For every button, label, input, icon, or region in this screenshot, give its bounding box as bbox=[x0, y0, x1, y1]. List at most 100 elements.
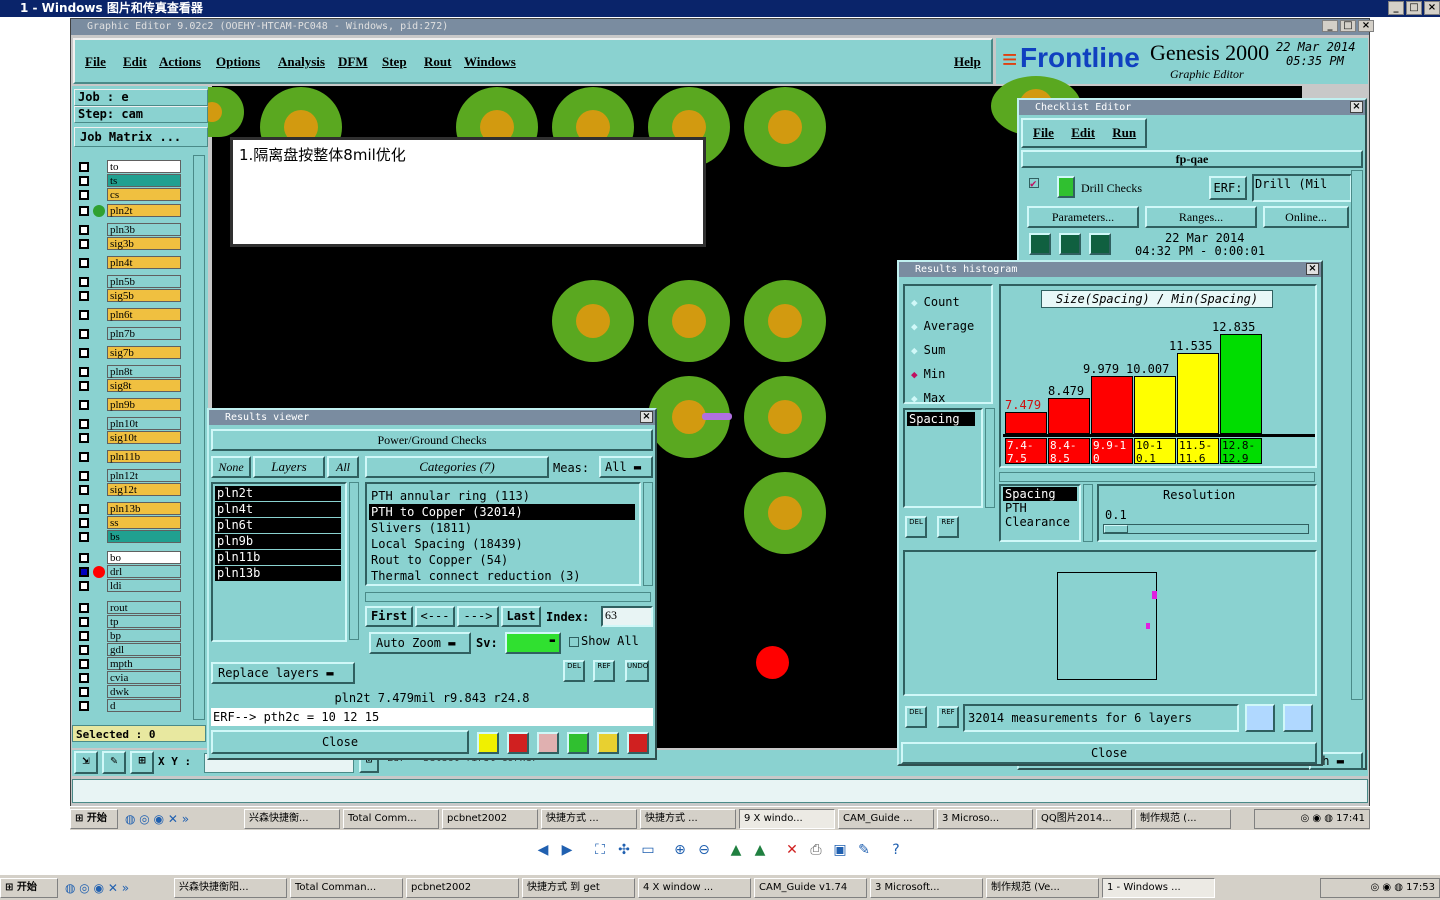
layer-row[interactable]: dwk bbox=[77, 685, 181, 698]
measure-list-scrollbar[interactable] bbox=[985, 408, 995, 508]
taskbar-button[interactable]: pcbnet2002 bbox=[406, 877, 519, 898]
layer-name[interactable]: pln3b bbox=[107, 223, 181, 236]
close-icon[interactable]: × bbox=[1350, 101, 1363, 113]
close-button[interactable]: Close bbox=[211, 730, 469, 754]
layer-checkbox[interactable] bbox=[79, 630, 89, 641]
histogram-bar[interactable] bbox=[1220, 334, 1262, 434]
hist-ref-button[interactable]: REF bbox=[937, 516, 959, 538]
sv-color-dropdown[interactable]: ▬ bbox=[505, 632, 561, 654]
menu-help[interactable]: Help bbox=[954, 54, 981, 70]
run-all-icon[interactable] bbox=[1059, 233, 1081, 255]
layer-row[interactable]: ss bbox=[77, 516, 181, 529]
resolution-slider-thumb[interactable] bbox=[1104, 525, 1128, 533]
layer-row[interactable]: pln4t bbox=[77, 256, 181, 269]
layer-row[interactable]: drl bbox=[77, 565, 181, 578]
preview-del-button[interactable]: DEL bbox=[905, 706, 927, 728]
radio-icon[interactable]: ◆ bbox=[911, 368, 918, 381]
layer-list-scrollbar[interactable] bbox=[193, 155, 205, 720]
layer-name[interactable]: to bbox=[107, 160, 181, 173]
layer-checkbox[interactable] bbox=[79, 566, 89, 577]
checklist-menu-file[interactable]: File bbox=[1033, 125, 1054, 140]
layer-row[interactable]: tp bbox=[77, 615, 181, 628]
actual-size-icon[interactable]: ✣ bbox=[616, 842, 632, 858]
attr-pth[interactable]: PTH bbox=[1003, 501, 1077, 515]
layer-checkbox[interactable] bbox=[79, 580, 89, 591]
close-icon[interactable]: × bbox=[640, 411, 653, 423]
layer-checkbox[interactable] bbox=[79, 484, 89, 495]
attr-clearance[interactable]: Clearance bbox=[1003, 515, 1077, 529]
ge-close-button[interactable]: × bbox=[1358, 20, 1374, 32]
ref-button[interactable]: REF bbox=[593, 660, 615, 682]
online-button[interactable]: Online... bbox=[1263, 206, 1349, 228]
drill-checks-checkbox[interactable]: ✔ bbox=[1029, 178, 1039, 189]
layer-name[interactable]: sig12t bbox=[107, 483, 181, 496]
layer-row[interactable]: sig3b bbox=[77, 237, 181, 250]
layer-row[interactable]: bo bbox=[77, 551, 181, 564]
result-layer-item[interactable]: pln13b bbox=[215, 566, 341, 581]
taskbar-button[interactable]: 9 X windo... bbox=[739, 808, 835, 829]
menu-step[interactable]: Step bbox=[382, 54, 407, 70]
histogram-close-button[interactable]: Close bbox=[901, 742, 1317, 764]
layer-checkbox[interactable] bbox=[79, 161, 89, 172]
layer-name[interactable]: cvia bbox=[107, 671, 181, 684]
quick-launch-icons[interactable]: ◍ ◎ ◉ ✕ » bbox=[121, 809, 241, 829]
measure-list-item[interactable]: Spacing bbox=[907, 412, 975, 426]
layer-checkbox[interactable] bbox=[79, 205, 89, 216]
auto-zoom-dropdown[interactable]: Auto Zoom ▬ bbox=[369, 632, 471, 654]
layer-row[interactable]: sig10t bbox=[77, 431, 181, 444]
menu-analysis[interactable]: Analysis bbox=[278, 54, 325, 70]
category-item[interactable]: Rout to Copper (54) bbox=[369, 552, 635, 568]
checklist-menu-edit[interactable]: Edit bbox=[1071, 125, 1095, 140]
taskbar-button[interactable]: 3 Microsoft... bbox=[870, 877, 983, 898]
layer-row[interactable]: pln10t bbox=[77, 417, 181, 430]
aggregate-option[interactable]: ◆ Count bbox=[905, 290, 991, 314]
close-button[interactable]: × bbox=[1424, 1, 1440, 15]
taskbar-button[interactable]: 制作规范 (... bbox=[1135, 808, 1231, 829]
histogram-bar[interactable] bbox=[1048, 397, 1090, 434]
histogram-icon[interactable] bbox=[627, 732, 649, 754]
zoom-preview-icon[interactable] bbox=[1245, 704, 1275, 732]
layer-name[interactable]: pln10t bbox=[107, 417, 181, 430]
layer-name[interactable]: sig5b bbox=[107, 289, 181, 302]
menu-actions[interactable]: Actions bbox=[159, 54, 201, 70]
layer-name[interactable]: pln13b bbox=[107, 502, 181, 515]
hist-del-button[interactable]: DEL bbox=[905, 516, 927, 538]
layer-checkbox[interactable] bbox=[79, 328, 89, 339]
taskbar-button[interactable]: CAM_Guide v1.74 bbox=[754, 877, 867, 898]
aggregate-option[interactable]: ◆ Sum bbox=[905, 338, 991, 362]
aggregate-option[interactable]: ◆ Min bbox=[905, 362, 991, 386]
layer-name[interactable]: sig8t bbox=[107, 379, 181, 392]
layer-row[interactable]: gdl bbox=[77, 643, 181, 656]
first-button[interactable]: First bbox=[365, 606, 413, 627]
undo-button[interactable]: UNDO bbox=[625, 660, 649, 682]
layer-row[interactable]: pln13b bbox=[77, 502, 181, 515]
rotate-cw-icon[interactable]: ▲ bbox=[728, 842, 744, 858]
save-copy-icon[interactable]: ▣ bbox=[832, 842, 848, 858]
layer-row[interactable]: pln3b bbox=[77, 223, 181, 236]
category-hscrollbar[interactable] bbox=[365, 592, 651, 602]
print-icon[interactable]: ⎙ bbox=[808, 842, 824, 858]
layer-name[interactable]: ts bbox=[107, 174, 181, 187]
menu-windows[interactable]: Windows bbox=[464, 54, 516, 70]
layer-row[interactable]: sig5b bbox=[77, 289, 181, 302]
layer-name[interactable]: pln7b bbox=[107, 327, 181, 340]
category-item[interactable]: PTH annular ring (113) bbox=[369, 488, 635, 504]
radio-icon[interactable]: ◆ bbox=[911, 344, 918, 357]
layer-checkbox[interactable] bbox=[79, 700, 89, 711]
layer-name[interactable]: rout bbox=[107, 601, 181, 614]
quick-launch-icons[interactable]: ◍ ◎ ◉ ✕ » bbox=[61, 878, 171, 898]
taskbar-button[interactable]: 快捷方式 到 get bbox=[522, 877, 635, 898]
layer-name[interactable]: bp bbox=[107, 629, 181, 642]
layer-checkbox[interactable] bbox=[79, 552, 89, 563]
layer-name[interactable]: tp bbox=[107, 615, 181, 628]
radio-icon[interactable]: ◆ bbox=[911, 392, 918, 405]
taskbar-button[interactable]: 兴森快捷衡... bbox=[244, 808, 340, 829]
ge-minimize-button[interactable]: _ bbox=[1322, 20, 1338, 32]
layer-name[interactable]: d bbox=[107, 699, 181, 712]
tray-icons[interactable]: ◎ ◉ ◍ bbox=[1300, 813, 1336, 824]
layer-name[interactable]: sig7b bbox=[107, 346, 181, 359]
layer-checkbox[interactable] bbox=[79, 175, 89, 186]
measure-icon[interactable]: ⇲ bbox=[74, 751, 98, 774]
result-layer-item[interactable]: pln4t bbox=[215, 502, 341, 517]
layer-checkbox[interactable] bbox=[79, 309, 89, 320]
